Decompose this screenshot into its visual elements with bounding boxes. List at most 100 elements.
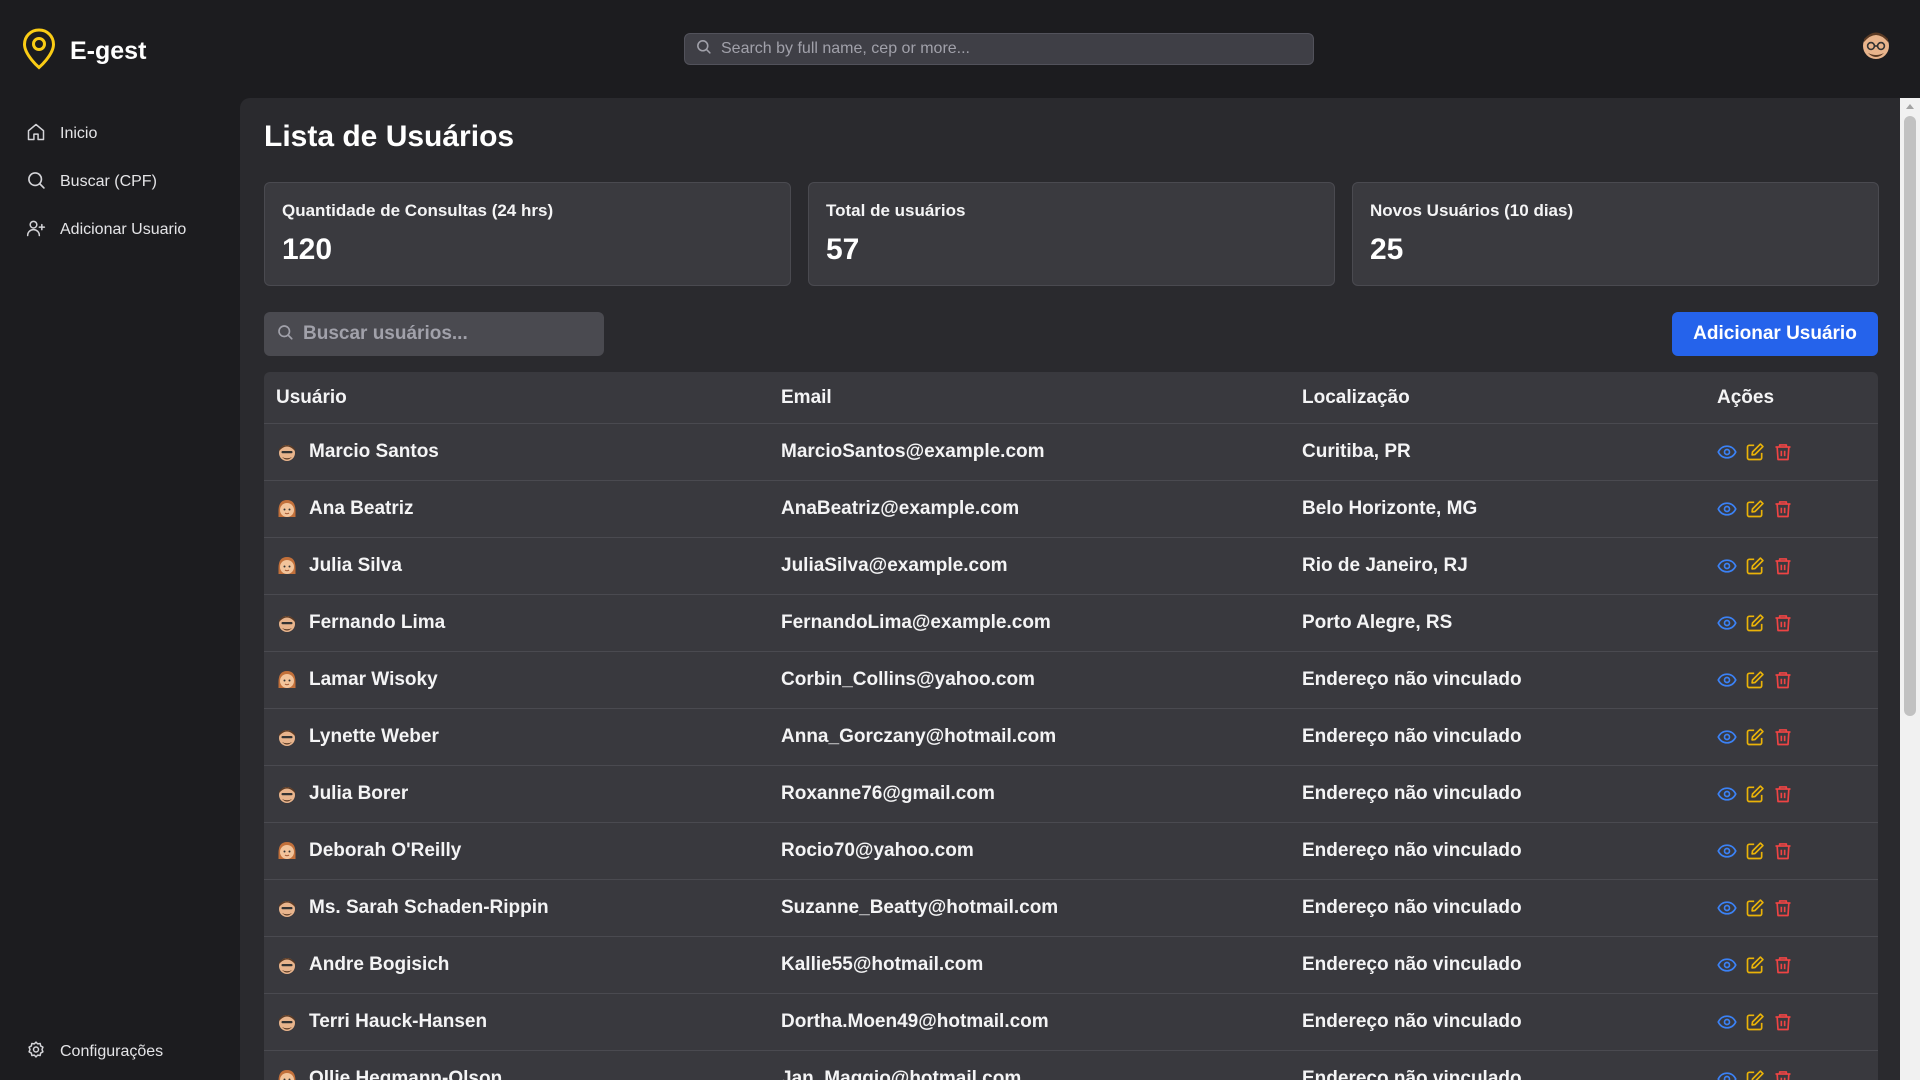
eye-icon[interactable] bbox=[1717, 499, 1737, 519]
actions-cell bbox=[1717, 556, 1878, 576]
trash-icon[interactable] bbox=[1773, 613, 1793, 633]
trash-icon[interactable] bbox=[1773, 898, 1793, 918]
edit-icon[interactable] bbox=[1745, 1069, 1765, 1080]
trash-icon[interactable] bbox=[1773, 499, 1793, 519]
male-avatar bbox=[276, 441, 298, 463]
table-row[interactable]: Fernando Lima FernandoLima@example.com P… bbox=[264, 595, 1878, 652]
trash-icon[interactable] bbox=[1773, 442, 1793, 462]
location-cell: Endereço não vinculado bbox=[1302, 726, 1522, 747]
eye-icon[interactable] bbox=[1717, 784, 1737, 804]
user-name: Julia Borer bbox=[309, 783, 409, 804]
email-cell: Kallie55@hotmail.com bbox=[781, 954, 984, 975]
eye-icon[interactable] bbox=[1717, 556, 1737, 576]
trash-icon[interactable] bbox=[1773, 841, 1793, 861]
edit-icon[interactable] bbox=[1745, 442, 1765, 462]
column-header-user[interactable]: Usuário bbox=[264, 387, 781, 409]
app-name: E-gest bbox=[70, 37, 147, 65]
actions-cell bbox=[1717, 955, 1878, 975]
location-cell: Endereço não vinculado bbox=[1302, 897, 1522, 918]
email-cell: JuliaSilva@example.com bbox=[781, 555, 1008, 576]
table-row[interactable]: Marcio Santos MarcioSantos@example.com C… bbox=[264, 424, 1878, 481]
table-row[interactable]: Julia Silva JuliaSilva@example.com Rio d… bbox=[264, 538, 1878, 595]
eye-icon[interactable] bbox=[1717, 670, 1737, 690]
add-user-button[interactable]: Adicionar Usuário bbox=[1672, 312, 1878, 356]
email-cell: Roxanne76@gmail.com bbox=[781, 783, 995, 804]
global-search-input[interactable] bbox=[721, 40, 1281, 58]
location-cell: Endereço não vinculado bbox=[1302, 783, 1522, 804]
eye-icon[interactable] bbox=[1717, 898, 1737, 918]
trash-icon[interactable] bbox=[1773, 784, 1793, 804]
user-cell: Lynette Weber bbox=[264, 726, 781, 748]
table-row[interactable]: Ollie Hegmann-Olson Jan_Maggio@hotmail.c… bbox=[264, 1051, 1878, 1080]
trash-icon[interactable] bbox=[1773, 670, 1793, 690]
column-header-actions: Ações bbox=[1717, 386, 1775, 408]
actions-cell bbox=[1717, 442, 1878, 462]
table-row[interactable]: Terri Hauck-Hansen Dortha.Moen49@hotmail… bbox=[264, 994, 1878, 1051]
edit-icon[interactable] bbox=[1745, 556, 1765, 576]
user-cell: Ms. Sarah Schaden-Rippin bbox=[264, 897, 781, 919]
edit-icon[interactable] bbox=[1745, 670, 1765, 690]
eye-icon[interactable] bbox=[1717, 442, 1737, 462]
table-row[interactable]: Ana Beatriz AnaBeatriz@example.com Belo … bbox=[264, 481, 1878, 538]
trash-icon[interactable] bbox=[1773, 556, 1793, 576]
global-search[interactable] bbox=[684, 33, 1314, 65]
sidebar-item-configuracoes[interactable]: Configurações bbox=[0, 1028, 240, 1076]
edit-icon[interactable] bbox=[1745, 841, 1765, 861]
user-cell: Deborah O'Reilly bbox=[264, 840, 781, 862]
eye-icon[interactable] bbox=[1717, 613, 1737, 633]
table-row[interactable]: Lamar Wisoky Corbin_Collins@yahoo.com En… bbox=[264, 652, 1878, 709]
location-cell: Endereço não vinculado bbox=[1302, 954, 1522, 975]
email-cell: Suzanne_Beatty@hotmail.com bbox=[781, 897, 1059, 918]
user-search-input[interactable] bbox=[303, 323, 593, 345]
edit-icon[interactable] bbox=[1745, 1012, 1765, 1032]
email-cell: Anna_Gorczany@hotmail.com bbox=[781, 726, 1057, 747]
user-avatar[interactable] bbox=[1860, 28, 1892, 69]
edit-icon[interactable] bbox=[1745, 727, 1765, 747]
page-title: Lista de Usuários bbox=[264, 120, 515, 153]
eye-icon[interactable] bbox=[1717, 727, 1737, 747]
main-content: Lista de Usuários Quantidade de Consulta… bbox=[240, 98, 1900, 1080]
scroll-thumb[interactable] bbox=[1904, 116, 1916, 716]
sidebar-item-adicionar[interactable]: Adicionar Usuario bbox=[0, 206, 240, 254]
sidebar-item-inicio[interactable]: Inicio bbox=[0, 110, 240, 158]
scroll-up-arrow[interactable] bbox=[1906, 104, 1914, 109]
table-row[interactable]: Andre Bogisich Kallie55@hotmail.com Ende… bbox=[264, 937, 1878, 994]
trash-icon[interactable] bbox=[1773, 727, 1793, 747]
trash-icon[interactable] bbox=[1773, 1069, 1793, 1080]
edit-icon[interactable] bbox=[1745, 784, 1765, 804]
female-avatar bbox=[276, 840, 298, 862]
user-cell: Terri Hauck-Hansen bbox=[264, 1011, 781, 1033]
actions-cell bbox=[1717, 898, 1878, 918]
edit-icon[interactable] bbox=[1745, 499, 1765, 519]
app-logo[interactable]: E-gest bbox=[22, 28, 146, 75]
user-name: Lynette Weber bbox=[309, 726, 439, 747]
user-name: Terri Hauck-Hansen bbox=[309, 1011, 488, 1032]
table-row[interactable]: Deborah O'Reilly Rocio70@yahoo.com Ender… bbox=[264, 823, 1878, 880]
column-header-email[interactable]: Email bbox=[781, 387, 1302, 409]
male-avatar bbox=[276, 1011, 298, 1033]
trash-icon[interactable] bbox=[1773, 1012, 1793, 1032]
table-row[interactable]: Lynette Weber Anna_Gorczany@hotmail.com … bbox=[264, 709, 1878, 766]
search-icon bbox=[26, 170, 46, 195]
trash-icon[interactable] bbox=[1773, 955, 1793, 975]
eye-icon[interactable] bbox=[1717, 955, 1737, 975]
column-header-location[interactable]: Localização bbox=[1302, 387, 1717, 409]
eye-icon[interactable] bbox=[1717, 1069, 1737, 1080]
user-cell: Julia Silva bbox=[264, 555, 781, 577]
stat-value: 25 bbox=[1370, 233, 1404, 266]
sidebar-item-buscar[interactable]: Buscar (CPF) bbox=[0, 158, 240, 206]
eye-icon[interactable] bbox=[1717, 841, 1737, 861]
table-row[interactable]: Julia Borer Roxanne76@gmail.com Endereço… bbox=[264, 766, 1878, 823]
edit-icon[interactable] bbox=[1745, 898, 1765, 918]
user-search[interactable] bbox=[264, 312, 604, 356]
user-plus-icon bbox=[26, 218, 46, 243]
table-row[interactable]: Ms. Sarah Schaden-Rippin Suzanne_Beatty@… bbox=[264, 880, 1878, 937]
user-name: Lamar Wisoky bbox=[309, 669, 438, 690]
edit-icon[interactable] bbox=[1745, 613, 1765, 633]
sidebar-item-label: Configurações bbox=[60, 1043, 164, 1060]
female-avatar bbox=[276, 1068, 298, 1080]
page-scrollbar[interactable] bbox=[1900, 98, 1920, 1080]
edit-icon[interactable] bbox=[1745, 955, 1765, 975]
eye-icon[interactable] bbox=[1717, 1012, 1737, 1032]
email-cell: Jan_Maggio@hotmail.com bbox=[781, 1068, 1022, 1080]
